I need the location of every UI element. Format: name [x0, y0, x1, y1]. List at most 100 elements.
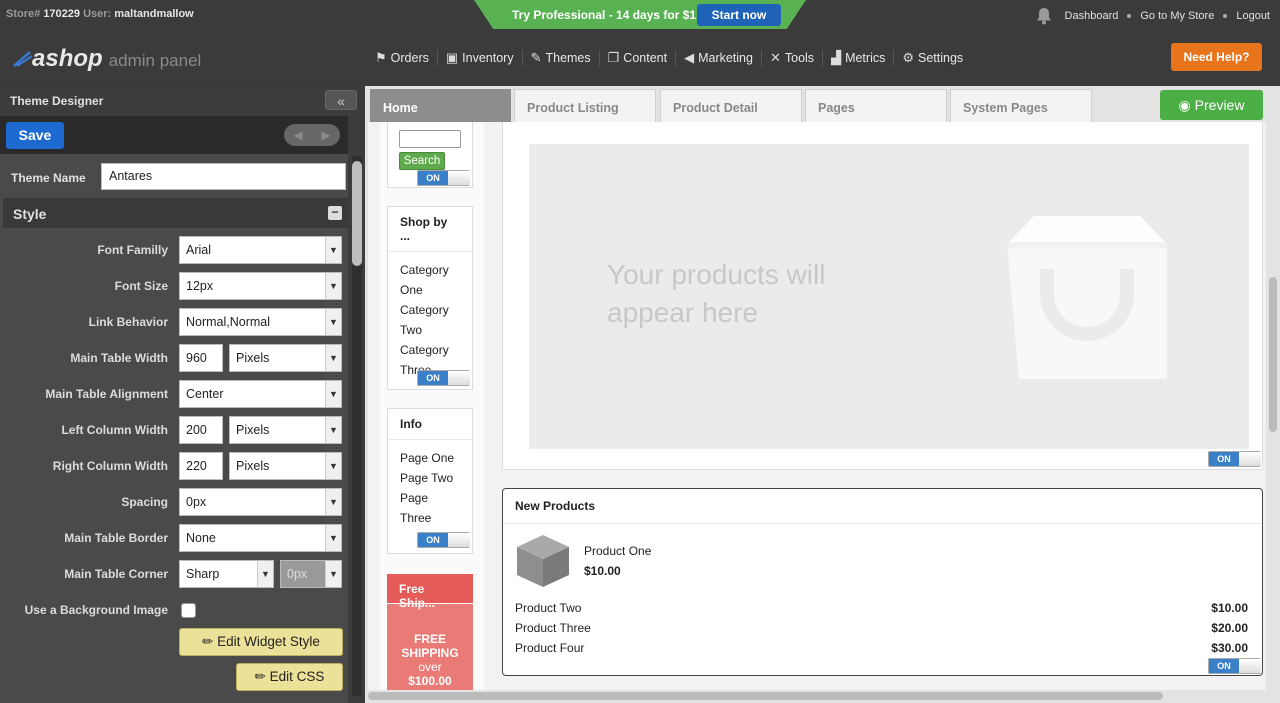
nav-inventory[interactable]: ▣ Inventory — [438, 50, 523, 66]
preview-button[interactable]: ◉ Preview — [1160, 90, 1263, 120]
canvas-vertical-scrollbar[interactable] — [1268, 122, 1278, 692]
main-table-border-label: Main Table Border — [64, 531, 168, 545]
collapse-sidebar-button[interactable]: « — [325, 90, 357, 110]
nav-marketing[interactable]: ◀ Marketing — [676, 50, 762, 66]
scrollbar-thumb[interactable] — [1269, 277, 1277, 432]
category-link[interactable]: One — [400, 280, 460, 300]
main-table-border-select[interactable]: None ▼ — [179, 524, 342, 552]
font-size-select[interactable]: 12px ▼ — [179, 272, 342, 300]
page-link[interactable]: Page One — [400, 448, 460, 468]
scrollbar-thumb[interactable] — [368, 692, 1163, 700]
shop-by-toggle[interactable]: ON — [417, 370, 470, 386]
left-column-width-unit-select[interactable]: Pixels ▼ — [229, 416, 342, 444]
spacing-row: Spacing 0px ▼ — [0, 488, 348, 518]
page-link[interactable]: Three — [400, 508, 460, 528]
tab-pages[interactable]: Pages — [805, 89, 947, 122]
redo-arrow-icon[interactable]: ▶ — [312, 124, 340, 146]
widget-body: Category One Category Two Category Three — [388, 252, 472, 380]
category-link[interactable]: Category — [400, 300, 460, 320]
nav-content[interactable]: ❐ Content — [600, 50, 677, 66]
products-panel-toggle[interactable]: ON — [1208, 451, 1261, 467]
undo-arrow-icon[interactable]: ◀ — [284, 124, 312, 146]
widget-title: Shop by ... — [388, 207, 472, 252]
tab-system-pages[interactable]: System Pages — [950, 89, 1092, 122]
style-section-header[interactable]: Style − — [3, 198, 348, 228]
page-stage: Search ON Shop by ... Category One Categ… — [368, 122, 1266, 690]
canvas-horizontal-scrollbar[interactable] — [368, 691, 1278, 701]
nav-settings[interactable]: ⚙ Settings — [894, 50, 971, 66]
eye-icon: ◉ — [1178, 97, 1191, 113]
category-link[interactable]: Two — [400, 320, 460, 340]
toggle-on-label: ON — [1209, 659, 1239, 673]
info-toggle[interactable]: ON — [417, 532, 470, 548]
nav-tools[interactable]: ✕ Tools — [762, 50, 824, 66]
main-table-width-input[interactable]: 960 — [179, 344, 223, 372]
page-link[interactable]: Page — [400, 488, 460, 508]
logo[interactable]: ashop admin panel — [12, 45, 201, 73]
nav-themes[interactable]: ✎ Themes — [523, 50, 600, 66]
category-link[interactable]: Category — [400, 340, 460, 360]
select-value: Arial — [186, 243, 212, 257]
left-column-width-input[interactable]: 200 — [179, 416, 223, 444]
undo-redo-arrows: ◀ ▶ — [284, 124, 340, 146]
spacing-select[interactable]: 0px ▼ — [179, 488, 342, 516]
start-now-button[interactable]: Start now — [697, 4, 781, 26]
product-name[interactable]: Product Two — [515, 601, 581, 615]
background-image-checkbox[interactable] — [181, 603, 196, 618]
chevron-down-icon: ▼ — [325, 237, 341, 263]
free-shipping-banner: FREE SHIPPING over $100.00 — [387, 604, 473, 688]
toggle-on-label: ON — [418, 371, 448, 385]
nav-metrics[interactable]: ▟ Metrics — [823, 50, 895, 66]
main-table-corner-select[interactable]: Sharp ▼ — [179, 560, 274, 588]
main-table-width-unit-select[interactable]: Pixels ▼ — [229, 344, 342, 372]
top-links: Dashboard Go to My Store Logout — [1036, 7, 1270, 25]
go-to-store-link[interactable]: Go to My Store — [1140, 10, 1214, 22]
product-price: $20.00 — [1211, 621, 1248, 635]
chevron-down-icon: ▼ — [325, 417, 341, 443]
new-products-widget: New Products Product One $10.00 Product … — [502, 488, 1263, 676]
tab-product-detail[interactable]: Product Detail — [660, 89, 802, 122]
select-value: Pixels — [236, 423, 270, 437]
tab-product-listing[interactable]: Product Listing — [514, 89, 656, 122]
theme-name-input[interactable]: Antares — [101, 163, 346, 190]
nav-orders[interactable]: ⚑ Orders — [367, 50, 438, 66]
chevron-down-icon: ▼ — [257, 561, 273, 587]
new-products-toggle[interactable]: ON — [1208, 658, 1261, 674]
page-link[interactable]: Page Two — [400, 468, 460, 488]
category-link[interactable]: Category — [400, 260, 460, 280]
link-behavior-row: Link Behavior Normal,Normal ▼ — [0, 308, 348, 338]
main-table-alignment-select[interactable]: Center ▼ — [179, 380, 342, 408]
edit-css-button[interactable]: ✏ Edit CSS — [236, 663, 343, 691]
main-table-width-label: Main Table Width — [70, 351, 168, 365]
double-chevron-left-icon: « — [337, 93, 345, 109]
right-column-width-unit-select[interactable]: Pixels ▼ — [229, 452, 342, 480]
save-button[interactable]: Save — [6, 122, 64, 149]
background-image-label: Use a Background Image — [24, 603, 168, 617]
right-column-width-input[interactable]: 220 — [179, 452, 223, 480]
search-input[interactable] — [399, 130, 461, 148]
sidebar-scrollbar-thumb[interactable] — [352, 161, 362, 266]
tab-home[interactable]: Home — [370, 89, 511, 122]
notification-bell-icon[interactable] — [1036, 7, 1052, 25]
widget-title: Free Ship... — [387, 574, 473, 610]
main-nav: ⚑ Orders ▣ Inventory ✎ Themes ❐ Content ◀ Mar… — [367, 50, 971, 66]
featured-product-name[interactable]: Product One — [584, 544, 651, 558]
search-widget-toggle[interactable]: ON — [417, 170, 470, 186]
collapse-section-icon[interactable]: − — [328, 206, 342, 220]
banner-line: over — [418, 660, 442, 674]
product-name[interactable]: Product Four — [515, 641, 584, 655]
dashboard-link[interactable]: Dashboard — [1065, 10, 1119, 22]
content-icon: ❐ — [607, 50, 620, 65]
link-behavior-select[interactable]: Normal,Normal ▼ — [179, 308, 342, 336]
need-help-button[interactable]: Need Help? — [1171, 43, 1262, 71]
chevron-down-icon: ▼ — [325, 309, 341, 335]
font-family-select[interactable]: Arial ▼ — [179, 236, 342, 264]
nav-label: Settings — [918, 51, 964, 65]
featured-product-price: $10.00 — [584, 564, 621, 578]
product-name[interactable]: Product Three — [515, 621, 591, 635]
banner-line: SHIPPING — [401, 646, 459, 660]
search-button[interactable]: Search — [399, 152, 445, 170]
logout-link[interactable]: Logout — [1236, 10, 1270, 22]
edit-widget-style-button[interactable]: ✏ Edit Widget Style — [179, 628, 343, 656]
select-value: Sharp — [186, 567, 220, 581]
